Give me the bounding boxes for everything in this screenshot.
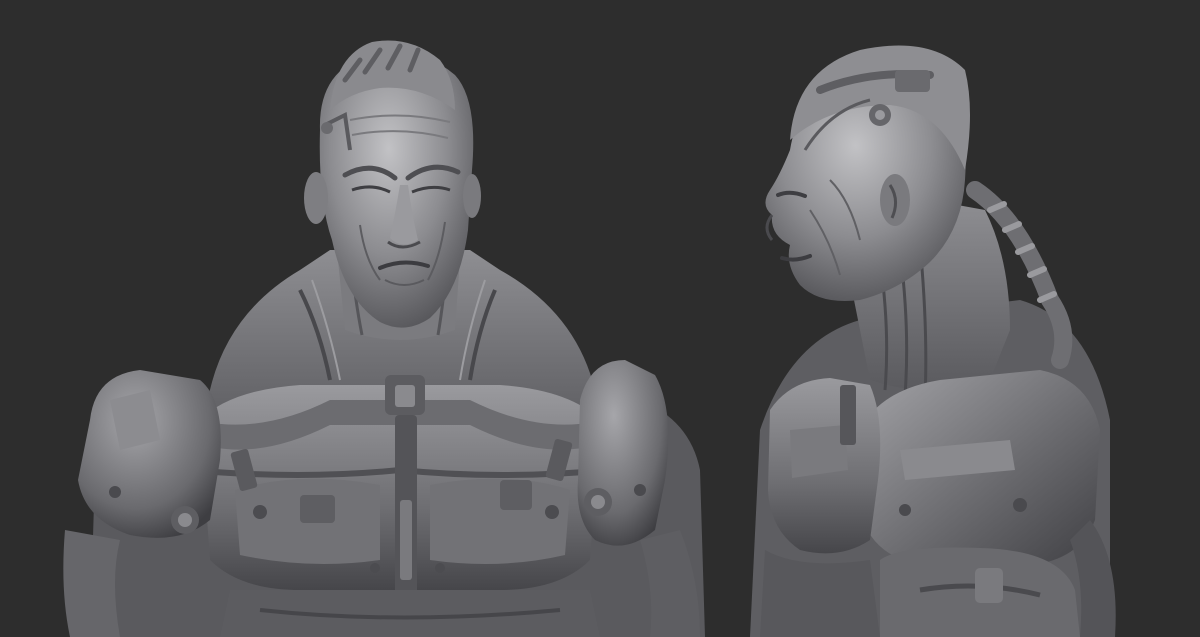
sculpt-viewport xyxy=(0,0,1200,637)
sculpt-render xyxy=(0,0,1200,637)
